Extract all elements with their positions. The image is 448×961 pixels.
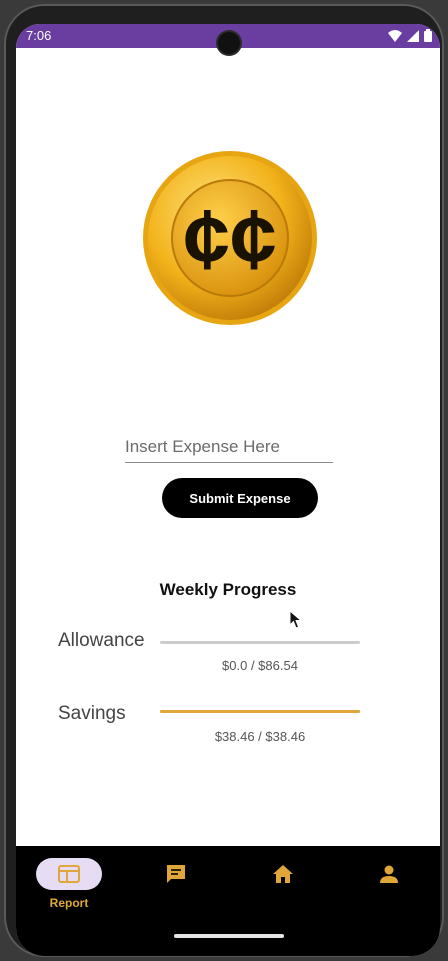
coin-logo-text: ¢¢ [183, 192, 276, 286]
allowance-value: $0.0 / $86.54 [222, 658, 298, 673]
nav-item-home[interactable] [250, 858, 320, 918]
camera-cutout [218, 32, 240, 54]
nav-active-indicator [36, 858, 102, 890]
app-screen: 7:06 ¢¢ Insert Expense Here Submit Expen… [16, 24, 440, 956]
cc-coin-logo: ¢¢ [143, 151, 317, 325]
bottom-nav-bar: Report [16, 846, 440, 956]
submit-expense-button[interactable]: Submit Expense [162, 478, 318, 518]
battery-icon [424, 29, 432, 42]
chat-icon [167, 865, 185, 883]
nav-item-profile[interactable] [356, 858, 426, 918]
allowance-progress-bar [160, 641, 360, 644]
home-gesture-indicator [174, 934, 284, 938]
expense-input[interactable] [125, 432, 333, 463]
wifi-icon [388, 29, 402, 42]
phone-frame: 7:06 ¢¢ Insert Expense Here Submit Expen… [4, 4, 444, 957]
report-icon [58, 865, 80, 883]
allowance-label: Allowance [58, 630, 145, 651]
weekly-progress-title: Weekly Progress [159, 580, 297, 599]
status-time: 7:06 [26, 28, 52, 43]
savings-value: $38.46 / $38.46 [214, 729, 306, 744]
savings-progress-bar [160, 710, 360, 713]
person-icon [380, 865, 398, 883]
nav-item-report[interactable]: Report [36, 858, 106, 918]
nav-item-chat[interactable] [143, 858, 213, 918]
nav-label-report: Report [49, 896, 89, 910]
mouse-cursor-icon [289, 610, 303, 629]
savings-label: Savings [58, 703, 126, 724]
signal-icon [407, 29, 419, 42]
savings-progress-fill [160, 710, 360, 713]
status-icons [388, 29, 432, 42]
home-icon [273, 865, 293, 883]
